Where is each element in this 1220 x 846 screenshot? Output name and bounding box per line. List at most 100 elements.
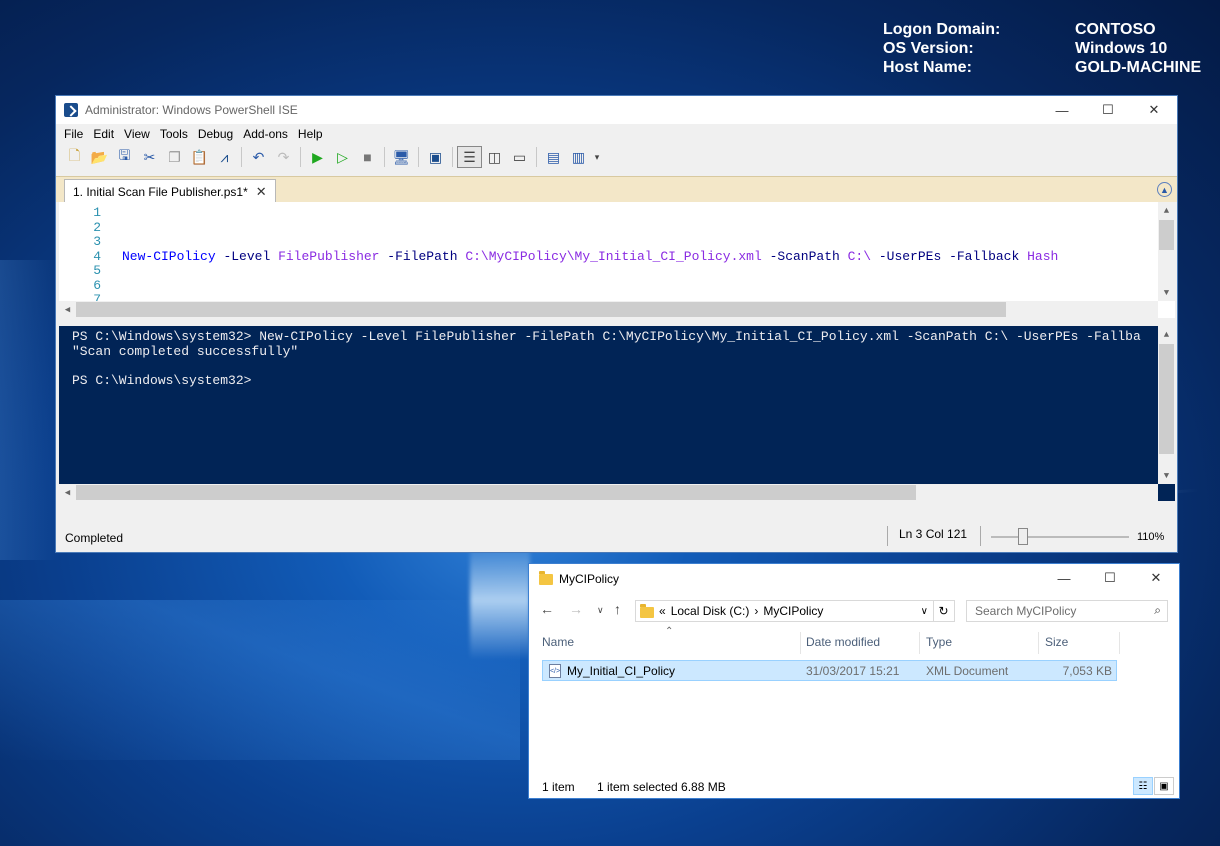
folder-icon: [539, 570, 553, 585]
breadcrumb-local-disk[interactable]: Local Disk (C:): [671, 604, 750, 618]
close-icon[interactable]: ✕: [1133, 564, 1179, 592]
code-parameter: -UserPEs: [878, 248, 942, 264]
scroll-up-icon[interactable]: ▲: [1158, 326, 1175, 343]
clear-console-icon[interactable]: ⩘: [212, 146, 237, 168]
window-title: Administrator: Windows PowerShell ISE: [85, 103, 298, 117]
script-vertical-scrollbar[interactable]: ▲ ▼: [1158, 202, 1175, 301]
script-code[interactable]: New-CIPolicy -Level FilePublisher -FileP…: [122, 206, 1058, 264]
large-icons-view-icon[interactable]: ▣: [1154, 777, 1174, 795]
scrollbar-thumb[interactable]: [76, 485, 916, 500]
forward-arrow-icon[interactable]: →: [569, 601, 583, 617]
refresh-icon[interactable]: ↻: [933, 601, 953, 621]
up-arrow-icon[interactable]: ↑: [614, 601, 621, 617]
layout-top-icon[interactable]: ☰: [457, 146, 482, 168]
console-vertical-scrollbar[interactable]: ▲ ▼: [1158, 326, 1175, 484]
column-type[interactable]: Type: [926, 635, 952, 649]
maximize-icon[interactable]: ☐: [1085, 96, 1131, 124]
toolbar-separator: [241, 147, 242, 167]
menu-edit[interactable]: Edit: [88, 127, 119, 141]
close-tab-icon[interactable]: ✕: [256, 184, 267, 200]
close-icon[interactable]: ✕: [1131, 96, 1177, 124]
recent-locations-chevron-icon[interactable]: ∨: [597, 605, 604, 616]
zoom-slider-track[interactable]: [991, 536, 1129, 538]
menu-view[interactable]: View: [119, 127, 155, 141]
zoom-level: 110%: [1137, 531, 1165, 543]
layout-right-icon[interactable]: ◫: [482, 146, 507, 168]
column-separator[interactable]: [800, 632, 801, 654]
copy-icon[interactable]: ❐: [162, 146, 187, 168]
cursor-position: Ln 3 Col 121: [899, 527, 968, 541]
undo-icon[interactable]: ↶: [246, 146, 271, 168]
menu-debug[interactable]: Debug: [193, 127, 238, 141]
scroll-left-icon[interactable]: ◀: [59, 484, 76, 501]
scroll-left-icon[interactable]: ◀: [59, 301, 76, 318]
breadcrumb-overflow[interactable]: «: [659, 604, 666, 618]
save-icon[interactable]: 🖫: [112, 146, 137, 168]
ise-titlebar[interactable]: Administrator: Windows PowerShell ISE — …: [56, 96, 1177, 124]
cut-icon[interactable]: ✂: [137, 146, 162, 168]
zoom-slider-thumb[interactable]: [1018, 528, 1028, 545]
script-tab[interactable]: 1. Initial Scan File Publisher.ps1* ✕: [64, 179, 276, 203]
code-argument: C:\: [847, 248, 872, 264]
address-bar[interactable]: « Local Disk (C:) › MyCIPolicy ∨ ↻: [635, 600, 955, 622]
menu-help[interactable]: Help: [293, 127, 328, 141]
search-icon[interactable]: ⌕: [1154, 603, 1161, 618]
collapse-script-pane-icon[interactable]: ▲: [1157, 182, 1172, 197]
scrollbar-thumb[interactable]: [1159, 344, 1174, 454]
breadcrumb-mycipolicy[interactable]: MyCIPolicy: [763, 604, 823, 618]
toolbar-overflow-icon[interactable]: ▾: [591, 146, 603, 168]
start-powershell-icon[interactable]: ▣: [423, 146, 448, 168]
wallpaper-light-beam: [470, 540, 530, 660]
menu-tools[interactable]: Tools: [155, 127, 193, 141]
script-horizontal-scrollbar[interactable]: ◀: [59, 301, 1158, 318]
code-parameter: -Fallback: [949, 248, 1020, 264]
back-arrow-icon[interactable]: ←: [540, 601, 554, 617]
new-file-icon[interactable]: 🗋: [62, 146, 87, 168]
open-folder-icon[interactable]: 📂: [87, 146, 112, 168]
console-output[interactable]: PS C:\Windows\system32> New-CIPolicy -Le…: [72, 329, 1141, 388]
scroll-down-icon[interactable]: ▼: [1158, 467, 1175, 484]
command-addon-icon[interactable]: ▥: [566, 146, 591, 168]
scrollbar-thumb[interactable]: [1159, 220, 1174, 250]
scroll-up-icon[interactable]: ▲: [1158, 202, 1175, 219]
scroll-down-icon[interactable]: ▼: [1158, 284, 1175, 301]
toolbar-separator: [300, 147, 301, 167]
toolbar-separator: [384, 147, 385, 167]
window-controls: — ☐ ✕: [1041, 564, 1179, 592]
search-box[interactable]: Search MyCIPolicy ⌕: [966, 600, 1168, 622]
run-selection-icon[interactable]: ▷: [330, 146, 355, 168]
chevron-down-icon[interactable]: ∨: [921, 606, 928, 617]
file-name[interactable]: My_Initial_CI_Policy: [567, 664, 675, 678]
scrollbar-thumb[interactable]: [76, 302, 1006, 317]
console-horizontal-scrollbar[interactable]: ◀: [59, 484, 1158, 501]
paste-icon[interactable]: 📋: [187, 146, 212, 168]
show-command-icon[interactable]: ▤: [541, 146, 566, 168]
redo-icon[interactable]: ↷: [271, 146, 296, 168]
script-editor[interactable]: 1 2 3 4 5 6 7 New-CIPolicy -Level FilePu…: [59, 202, 1175, 318]
file-row[interactable]: </> My_Initial_CI_Policy 31/03/2017 15:2…: [542, 660, 1117, 681]
status-text: Completed: [65, 531, 124, 545]
maximize-icon[interactable]: ☐: [1087, 564, 1133, 592]
column-separator[interactable]: [919, 632, 920, 654]
stop-icon[interactable]: ■: [355, 146, 380, 168]
explorer-titlebar[interactable]: MyCIPolicy — ☐ ✕: [529, 564, 1179, 594]
code-argument: FilePublisher: [278, 248, 380, 264]
wallpaper-glow: [0, 600, 520, 760]
menu-addons[interactable]: Add-ons: [238, 127, 293, 141]
chevron-right-icon[interactable]: ›: [754, 604, 758, 618]
column-separator[interactable]: [1038, 632, 1039, 654]
column-name[interactable]: Name: [542, 635, 574, 649]
layout-max-icon[interactable]: ▭: [507, 146, 532, 168]
column-date-modified[interactable]: Date modified: [806, 635, 880, 649]
minimize-icon[interactable]: —: [1039, 96, 1085, 124]
menu-file[interactable]: File: [59, 127, 88, 141]
remote-powershell-icon[interactable]: 🖥: [389, 146, 414, 168]
column-separator[interactable]: [1119, 632, 1120, 654]
run-script-icon[interactable]: ▶: [305, 146, 330, 168]
console-pane[interactable]: PS C:\Windows\system32> New-CIPolicy -Le…: [59, 326, 1175, 501]
minimize-icon[interactable]: —: [1041, 564, 1087, 592]
bginfo-row: Logon Domain: CONTOSO: [883, 20, 1201, 39]
column-size[interactable]: Size: [1045, 635, 1068, 649]
code-parameter: -FilePath: [387, 248, 458, 264]
details-view-icon[interactable]: ☷: [1133, 777, 1153, 795]
